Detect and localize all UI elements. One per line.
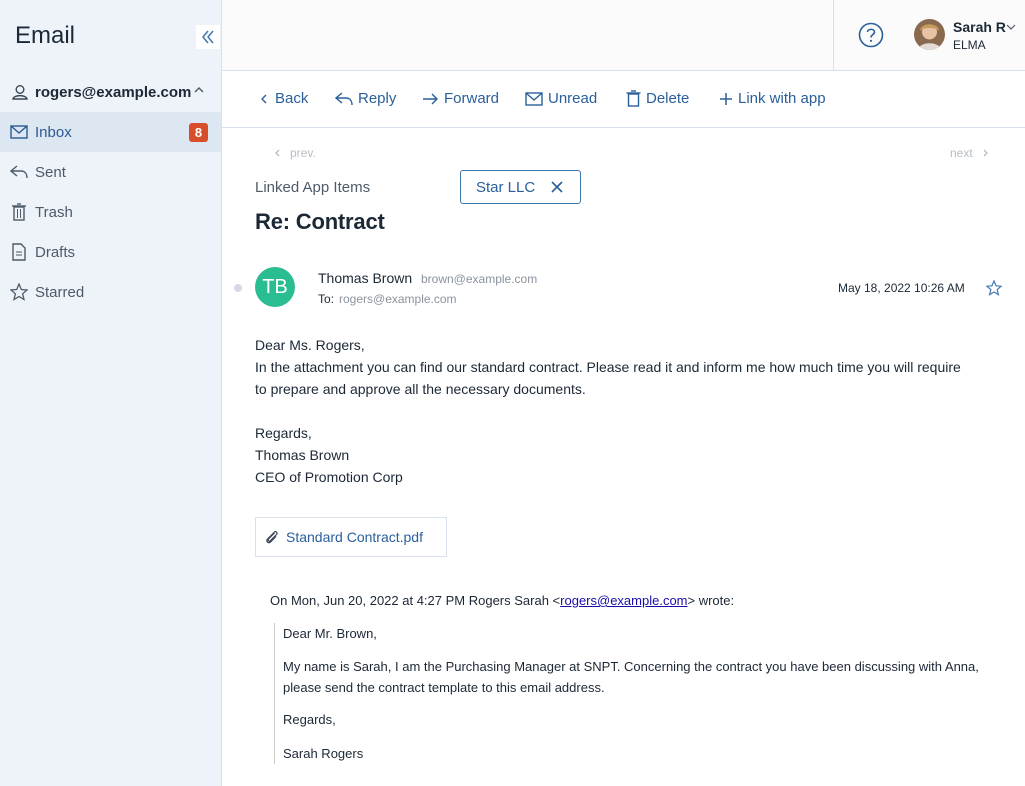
help-button[interactable]	[858, 22, 884, 48]
sender-name: Thomas Brown	[318, 270, 413, 286]
quote-signature: Sarah Rogers	[283, 746, 364, 761]
linked-items-label: Linked App Items	[255, 179, 371, 196]
arrow-right-icon	[423, 93, 438, 104]
link-label: Link with app	[738, 90, 826, 107]
envelope-icon	[525, 91, 543, 106]
sidebar-item-drafts[interactable]: Drafts	[0, 232, 221, 272]
next-label: next	[950, 146, 973, 160]
envelope-icon	[10, 123, 28, 141]
chevron-left-icon	[261, 94, 267, 103]
trash-icon	[10, 203, 28, 221]
user-area: Sarah R ELMA	[833, 0, 1025, 70]
sidebar-item-label: Sent	[35, 163, 66, 181]
prev-label: prev.	[290, 146, 316, 160]
link-with-app-button[interactable]: Link with app	[719, 90, 826, 107]
chevron-up-icon	[194, 87, 204, 93]
body-signature-name: Thomas Brown	[255, 447, 350, 463]
quote-email-link[interactable]: rogers@example.com	[560, 593, 687, 608]
sidebar-item-label: Drafts	[35, 243, 76, 261]
email-app: Email rogers@example.com Inbox 8 Sent Tr…	[0, 0, 1025, 786]
user-name[interactable]: Sarah R	[953, 19, 1006, 35]
sidebar-item-label: Inbox	[35, 123, 72, 141]
sidebar-item-inbox[interactable]: Inbox 8	[0, 112, 221, 152]
paperclip-icon	[266, 530, 278, 544]
sidebar-item-starred[interactable]: Starred	[0, 272, 221, 312]
mark-unread-button[interactable]: Unread	[525, 90, 597, 107]
trash-icon	[626, 90, 641, 107]
account-selector[interactable]: rogers@example.com	[0, 72, 221, 112]
quote-header: On Mon, Jun 20, 2022 at 4:27 PM Rogers S…	[270, 593, 734, 608]
question-icon	[858, 22, 884, 48]
chevron-right-icon	[983, 149, 988, 157]
top-bar: Sarah R ELMA	[222, 0, 1025, 71]
body-regards: Regards,	[255, 425, 312, 441]
reply-arrow-icon	[10, 163, 28, 181]
close-icon[interactable]	[550, 180, 564, 194]
linked-item-chip[interactable]: Star LLC	[460, 170, 581, 204]
message-subject: Re: Contract	[255, 209, 385, 234]
app-title: Email	[15, 22, 76, 49]
quote-regards: Regards,	[283, 712, 336, 727]
quote-header-suffix: > wrote:	[687, 593, 735, 608]
star-icon	[10, 283, 28, 301]
account-email: rogers@example.com	[35, 83, 192, 101]
sender-email: brown@example.com	[421, 272, 538, 286]
reply-label: Reply	[358, 90, 397, 107]
star-icon[interactable]	[986, 280, 1002, 296]
chevron-left-icon	[275, 149, 280, 157]
sender-avatar: TB	[255, 267, 295, 307]
chevron-down-icon[interactable]	[1006, 22, 1016, 32]
user-icon	[12, 85, 28, 100]
unread-count-badge: 8	[189, 123, 208, 142]
back-button[interactable]: Back	[258, 90, 308, 107]
double-chevron-left-icon	[202, 30, 214, 44]
body-line: In the attachment you can find our stand…	[255, 359, 961, 375]
sidebar-item-sent[interactable]: Sent	[0, 152, 221, 192]
sidebar: Email rogers@example.com Inbox 8 Sent Tr…	[0, 0, 222, 786]
quote-line: please send the contract template to thi…	[283, 680, 605, 695]
body-greeting: Dear Ms. Rogers,	[255, 337, 365, 353]
prev-message-link[interactable]: prev.	[272, 146, 316, 160]
next-message-link[interactable]: next	[950, 146, 991, 160]
forward-label: Forward	[444, 90, 500, 107]
folder-list: Inbox 8 Sent Trash Drafts Starred	[0, 112, 221, 312]
recipient-email: rogers@example.com	[339, 292, 457, 306]
to-label: To:	[318, 292, 335, 306]
forward-button[interactable]: Forward	[422, 90, 499, 107]
sidebar-item-label: Starred	[35, 283, 85, 301]
quote-greeting: Dear Mr. Brown,	[283, 626, 377, 641]
collapse-sidebar-button[interactable]	[196, 25, 220, 49]
reply-icon	[335, 91, 353, 105]
reply-button[interactable]: Reply	[335, 90, 396, 107]
user-org: ELMA	[953, 38, 986, 52]
unread-label: Unread	[548, 90, 598, 107]
sidebar-item-trash[interactable]: Trash	[0, 192, 221, 232]
quote-line: My name is Sarah, I am the Purchasing Ma…	[283, 659, 979, 674]
message-toolbar: Back Reply Forward Unread Delete Link wi…	[222, 71, 1025, 128]
delete-button[interactable]: Delete	[626, 90, 689, 107]
body-line: to prepare and approve all the necessary…	[255, 381, 586, 397]
sidebar-item-label: Trash	[35, 203, 73, 221]
quote-header-prefix: On Mon, Jun 20, 2022 at 4:27 PM Rogers S…	[270, 593, 561, 608]
body-signature-title: CEO of Promotion Corp	[255, 469, 403, 485]
attachment-name: Standard Contract.pdf	[286, 529, 423, 545]
back-label: Back	[275, 90, 309, 107]
linked-item-label: Star LLC	[476, 178, 536, 196]
quote-bar	[274, 623, 275, 764]
delete-label: Delete	[646, 90, 690, 107]
read-status-dot	[234, 284, 242, 292]
message-date: May 18, 2022 10:26 AM	[838, 281, 965, 295]
attachment[interactable]: Standard Contract.pdf	[255, 517, 447, 557]
avatar[interactable]	[914, 19, 945, 50]
document-icon	[10, 243, 28, 261]
plus-icon	[720, 92, 732, 105]
